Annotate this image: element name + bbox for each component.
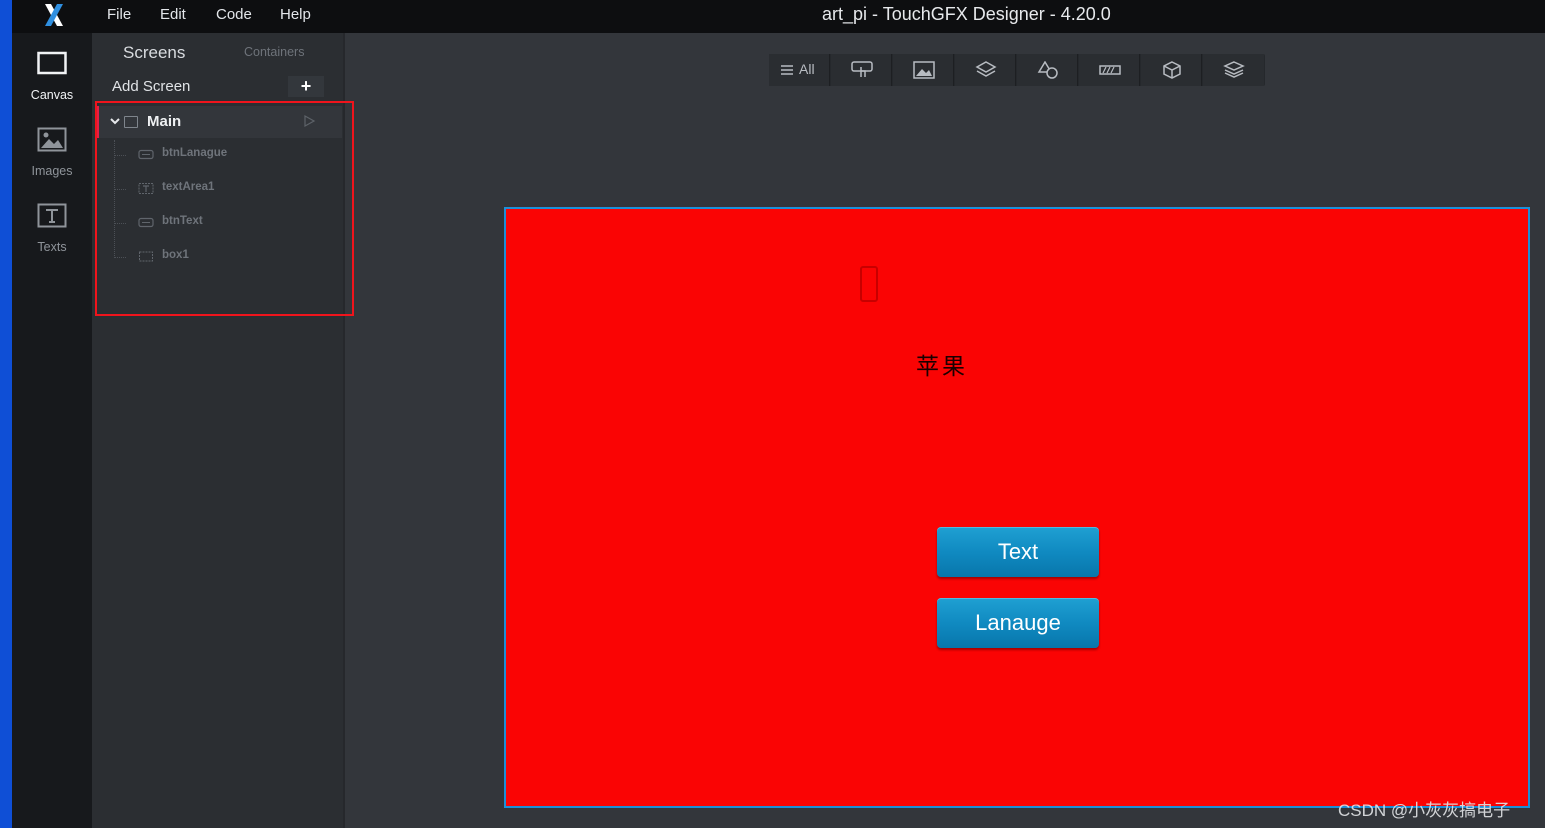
nav-texts-label: Texts (37, 240, 67, 254)
filter-shapes-button[interactable] (1017, 54, 1078, 86)
canvas-icon (37, 51, 67, 75)
menubar: File Edit Code Help art_pi - TouchGFX De… (12, 0, 1545, 33)
design-canvas[interactable]: 苹果 Text Lanauge (504, 207, 1530, 808)
tab-containers[interactable]: Containers (244, 45, 304, 59)
box-widget[interactable] (860, 266, 878, 302)
progress-icon (1099, 65, 1121, 75)
tab-screens[interactable]: Screens (123, 43, 185, 63)
interaction-icon (851, 61, 873, 77)
window-title: art_pi - TouchGFX Designer - 4.20.0 (822, 4, 1111, 24)
window-edge-strip (0, 0, 12, 828)
filter-interaction-button[interactable] (831, 54, 892, 86)
add-screen-label[interactable]: Add Screen (112, 78, 190, 95)
add-screen-button[interactable]: + (288, 76, 324, 97)
filter-layers-button[interactable] (1203, 54, 1264, 86)
filter-containers-button[interactable] (955, 54, 1016, 86)
texts-icon (37, 203, 67, 228)
shapes-icon (1037, 61, 1058, 79)
touchgfx-x-logo-icon[interactable] (42, 2, 66, 28)
image-icon (913, 61, 935, 79)
menu-edit[interactable]: Edit (160, 6, 186, 23)
menu-help[interactable]: Help (280, 6, 311, 23)
menu-code[interactable]: Code (216, 6, 252, 23)
nav-texts[interactable]: Texts (12, 193, 92, 259)
filter-all-label: All (799, 61, 815, 77)
nav-images[interactable]: Images (12, 117, 92, 183)
left-nav-rail: Canvas Images Texts (12, 33, 92, 828)
layers-icon (1223, 61, 1245, 78)
images-icon (37, 127, 67, 152)
filter-all-button[interactable]: All (769, 54, 830, 86)
language-button-widget[interactable]: Lanauge (937, 598, 1099, 648)
text-button-widget[interactable]: Text (937, 527, 1099, 577)
watermark: CSDN @小灰灰搞电子 (1338, 801, 1511, 820)
widget-filter-toolbar: All (769, 54, 1265, 86)
filter-3d-button[interactable] (1141, 54, 1202, 86)
3d-icon (1163, 61, 1181, 79)
filter-image-button[interactable] (893, 54, 954, 86)
nav-canvas[interactable]: Canvas (12, 41, 92, 107)
containers-icon (975, 61, 997, 77)
nav-canvas-label: Canvas (30, 88, 74, 102)
menu-file[interactable]: File (107, 6, 131, 23)
text-area-widget[interactable]: 苹果 (916, 347, 968, 381)
nav-images-label: Images (31, 164, 73, 178)
filter-progress-button[interactable] (1079, 54, 1140, 86)
list-icon (781, 65, 793, 75)
annotation-highlight-box (95, 101, 354, 316)
